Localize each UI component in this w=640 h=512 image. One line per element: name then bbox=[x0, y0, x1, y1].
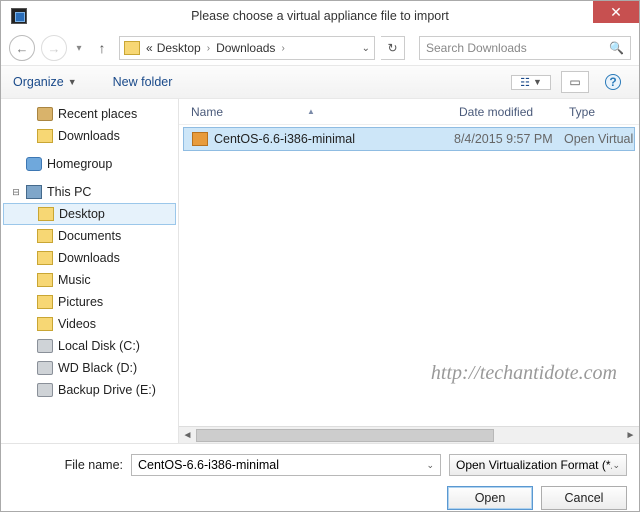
recent-icon bbox=[37, 107, 53, 121]
cancel-button[interactable]: Cancel bbox=[541, 486, 627, 510]
filename-input[interactable]: CentOS-6.6-i386-minimal ⌄ bbox=[131, 454, 441, 476]
arrow-up-icon: ↑ bbox=[99, 40, 106, 56]
help-button[interactable]: ? bbox=[599, 71, 627, 93]
folder-icon bbox=[37, 317, 53, 331]
history-dropdown[interactable]: ▾ bbox=[73, 43, 85, 54]
dialog-body: Recent places Downloads Homegroup ⊟This … bbox=[1, 99, 639, 443]
window-title: Please choose a virtual appliance file t… bbox=[1, 9, 639, 23]
folder-icon bbox=[37, 229, 53, 243]
sidebar-item-disk-d[interactable]: WD Black (D:) bbox=[1, 357, 178, 379]
arrow-left-icon: ← bbox=[16, 41, 29, 56]
file-type-filter[interactable]: Open Virtualization Format (*.o ⌄ bbox=[449, 454, 627, 476]
folder-icon bbox=[37, 129, 53, 143]
breadcrumb-downloads[interactable]: Downloads bbox=[216, 41, 275, 55]
sidebar-item-documents[interactable]: Documents bbox=[1, 225, 178, 247]
file-row-selected[interactable]: CentOS-6.6-i386-minimal 8/4/2015 9:57 PM… bbox=[183, 127, 635, 151]
forward-button[interactable]: → bbox=[41, 35, 67, 61]
homegroup-icon bbox=[26, 157, 42, 171]
refresh-button[interactable]: ↻ bbox=[381, 36, 405, 60]
folder-icon bbox=[37, 251, 53, 265]
folder-icon bbox=[37, 273, 53, 287]
preview-pane-button[interactable]: ▭ bbox=[561, 71, 589, 93]
search-input[interactable]: Search Downloads 🔍 bbox=[419, 36, 631, 60]
sidebar-item-this-pc[interactable]: ⊟This PC bbox=[1, 181, 178, 203]
scroll-thumb[interactable] bbox=[196, 429, 494, 442]
chevron-down-icon: ▼ bbox=[68, 77, 77, 87]
chevron-down-icon[interactable]: ⌄ bbox=[426, 460, 434, 471]
breadcrumb-desktop[interactable]: Desktop bbox=[157, 41, 201, 55]
column-date[interactable]: Date modified bbox=[459, 105, 569, 119]
chevron-right-icon: › bbox=[279, 43, 286, 54]
chevron-down-icon: ▾ bbox=[76, 43, 81, 54]
sidebar-item-pictures[interactable]: Pictures bbox=[1, 291, 178, 313]
sidebar-item-videos[interactable]: Videos bbox=[1, 313, 178, 335]
horizontal-scrollbar[interactable]: ◄ ► bbox=[179, 426, 639, 443]
pc-icon bbox=[26, 185, 42, 199]
view-icon: ☷ bbox=[520, 76, 530, 89]
search-placeholder: Search Downloads bbox=[426, 41, 527, 55]
up-button[interactable]: ↑ bbox=[91, 37, 113, 59]
ova-file-icon bbox=[192, 132, 208, 146]
sidebar-item-desktop[interactable]: Desktop bbox=[3, 203, 176, 225]
navigation-pane: Recent places Downloads Homegroup ⊟This … bbox=[1, 99, 179, 443]
column-name[interactable]: Name▲ bbox=[191, 105, 459, 119]
view-options-button[interactable]: ☷ ▼ bbox=[511, 75, 551, 90]
chevron-down-icon[interactable]: ⌄ bbox=[362, 43, 370, 54]
folder-icon bbox=[37, 295, 53, 309]
disk-icon bbox=[37, 361, 53, 375]
file-date: 8/4/2015 9:57 PM bbox=[454, 132, 564, 146]
search-icon: 🔍 bbox=[609, 41, 624, 55]
disk-icon bbox=[37, 383, 53, 397]
preview-icon: ▭ bbox=[569, 75, 580, 89]
collapse-icon[interactable]: ⊟ bbox=[11, 187, 21, 198]
help-icon: ? bbox=[605, 74, 621, 90]
folder-icon bbox=[38, 207, 54, 221]
sidebar-item-music[interactable]: Music bbox=[1, 269, 178, 291]
disk-icon bbox=[37, 339, 53, 353]
column-type[interactable]: Type bbox=[569, 105, 639, 119]
chevron-down-icon[interactable]: ⌄ bbox=[612, 460, 620, 471]
scroll-track[interactable] bbox=[196, 428, 622, 443]
sidebar-item-disk-e[interactable]: Backup Drive (E:) bbox=[1, 379, 178, 401]
column-headers: Name▲ Date modified Type bbox=[179, 99, 639, 125]
new-folder-button[interactable]: New folder bbox=[113, 75, 173, 89]
breadcrumb-bar[interactable]: « Desktop › Downloads › ⌄ bbox=[119, 36, 375, 60]
file-list-pane: Name▲ Date modified Type CentOS-6.6-i386… bbox=[179, 99, 639, 443]
file-open-dialog: Please choose a virtual appliance file t… bbox=[0, 0, 640, 512]
nav-row: ← → ▾ ↑ « Desktop › Downloads › ⌄ ↻ Sear… bbox=[1, 31, 639, 65]
refresh-icon: ↻ bbox=[387, 41, 397, 55]
scroll-right-icon[interactable]: ► bbox=[622, 428, 639, 443]
sidebar-item-homegroup[interactable]: Homegroup bbox=[1, 153, 178, 175]
organize-menu[interactable]: Organize ▼ bbox=[13, 75, 77, 89]
dialog-footer: File name: CentOS-6.6-i386-minimal ⌄ Ope… bbox=[1, 443, 639, 512]
sort-asc-icon: ▲ bbox=[307, 107, 315, 116]
toolbar: Organize ▼ New folder ☷ ▼ ▭ ? bbox=[1, 65, 639, 99]
folder-icon bbox=[124, 41, 140, 55]
open-button[interactable]: Open bbox=[447, 486, 533, 510]
chevron-right-icon: › bbox=[205, 43, 212, 54]
title-bar: Please choose a virtual appliance file t… bbox=[1, 1, 639, 31]
file-name: CentOS-6.6-i386-minimal bbox=[214, 132, 355, 146]
sidebar-item-recent[interactable]: Recent places bbox=[1, 103, 178, 125]
chevron-down-icon: ▼ bbox=[533, 77, 542, 87]
file-list: CentOS-6.6-i386-minimal 8/4/2015 9:57 PM… bbox=[179, 125, 639, 426]
arrow-right-icon: → bbox=[48, 41, 61, 56]
filename-label: File name: bbox=[13, 458, 123, 472]
breadcrumb-prefix: « bbox=[146, 41, 153, 55]
sidebar-item-downloads[interactable]: Downloads bbox=[1, 247, 178, 269]
file-type: Open Virtual bbox=[564, 132, 634, 146]
back-button[interactable]: ← bbox=[9, 35, 35, 61]
sidebar-item-downloads-fav[interactable]: Downloads bbox=[1, 125, 178, 147]
sidebar-item-local-disk-c[interactable]: Local Disk (C:) bbox=[1, 335, 178, 357]
scroll-left-icon[interactable]: ◄ bbox=[179, 428, 196, 443]
